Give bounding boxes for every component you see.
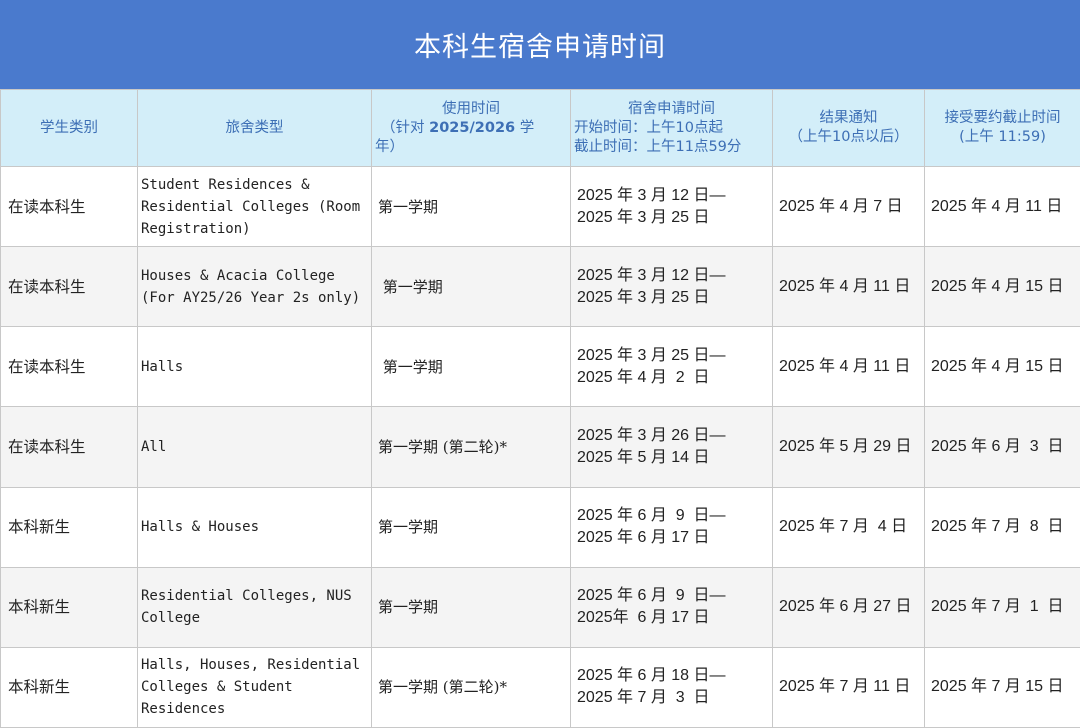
result-date-cell: 2025 年 7 月 4 日	[772, 486, 925, 568]
student-type-cell: 在读本科生	[0, 165, 138, 248]
header-usage-period: 使用时间 （针对 2025/2026 学 年）	[371, 89, 571, 167]
application-dates-cell: 2025 年 6 月 9 日— 2025年 6 月 17 日	[570, 566, 773, 648]
student-type-cell: 在读本科生	[0, 406, 138, 488]
application-dates-cell: 2025 年 6 月 18 日— 2025 年 7 月 3 日	[570, 646, 773, 728]
application-dates-cell: 2025 年 3 月 25 日— 2025 年 4 月 2 日	[570, 326, 773, 408]
hostel-type-cell: Houses & Acacia College (For AY25/26 Yea…	[137, 246, 372, 328]
hostel-type-cell: Halls	[137, 326, 372, 408]
application-dates-cell: 2025 年 6 月 9 日— 2025 年 6 月 17 日	[570, 486, 773, 568]
accept-deadline-cell: 2025 年 4 月 15 日	[924, 326, 1080, 408]
result-date-cell: 2025 年 6 月 27 日	[772, 566, 925, 648]
application-dates-cell: 2025 年 3 月 12 日— 2025 年 3 月 25 日	[570, 246, 773, 328]
period-cell: 第一学期	[371, 165, 571, 248]
page-title: 本科生宿舍申请时间	[0, 0, 1080, 89]
table-row: 在读本科生 Halls 第一学期 2025 年 3 月 25 日— 2025 年 …	[0, 326, 1080, 408]
hostel-type-cell: All	[137, 406, 372, 488]
result-date-cell: 2025 年 4 月 11 日	[772, 246, 925, 328]
result-date-cell: 2025 年 7 月 11 日	[772, 646, 925, 728]
hostel-type-cell: Student Residences & Residential College…	[137, 165, 372, 248]
hostel-type-cell: Halls, Houses, Residential Colleges & St…	[137, 646, 372, 728]
table-row: 本科新生 Halls & Houses 第一学期 2025 年 6 月 9 日—…	[0, 486, 1080, 568]
table-row: 本科新生 Residential Colleges, NUS College 第…	[0, 566, 1080, 648]
header-student-type: 学生类别	[0, 89, 138, 167]
table-row: 在读本科生 All 第一学期 (第二轮)* 2025 年 3 月 26 日— 20…	[0, 406, 1080, 488]
accept-deadline-cell: 2025 年 6 月 3 日	[924, 406, 1080, 488]
application-dates-cell: 2025 年 3 月 12 日— 2025 年 3 月 25 日	[570, 165, 773, 248]
header-accept-deadline: 接受要约截止时间 (上午 11:59)	[924, 89, 1080, 167]
accept-deadline-cell: 2025 年 7 月 8 日	[924, 486, 1080, 568]
header-application-period: 宿舍申请时间 开始时间：上午10点起 截止时间：上午11点59分	[570, 89, 773, 167]
student-type-cell: 在读本科生	[0, 326, 138, 408]
student-type-cell: 在读本科生	[0, 246, 138, 328]
student-type-cell: 本科新生	[0, 566, 138, 648]
period-cell: 第一学期	[371, 566, 571, 648]
accept-deadline-cell: 2025 年 4 月 15 日	[924, 246, 1080, 328]
period-cell: 第一学期	[371, 246, 571, 328]
period-cell: 第一学期	[371, 326, 571, 408]
student-type-cell: 本科新生	[0, 646, 138, 728]
housing-schedule-table: 学生类别 旅舍类型 使用时间 （针对 2025/2026 学 年） 宿舍申请时间…	[0, 89, 1080, 728]
period-cell: 第一学期 (第二轮)*	[371, 406, 571, 488]
table-row: 在读本科生 Student Residences & Residential C…	[0, 165, 1080, 248]
result-date-cell: 2025 年 4 月 7 日	[772, 165, 925, 248]
period-cell: 第一学期 (第二轮)*	[371, 646, 571, 728]
table-row: 在读本科生 Houses & Acacia College (For AY25/…	[0, 246, 1080, 328]
table-header-row: 学生类别 旅舍类型 使用时间 （针对 2025/2026 学 年） 宿舍申请时间…	[0, 89, 1080, 167]
hostel-type-cell: Halls & Houses	[137, 486, 372, 568]
period-cell: 第一学期	[371, 486, 571, 568]
header-result-notice: 结果通知 （上午10点以后）	[772, 89, 925, 167]
accept-deadline-cell: 2025 年 4 月 11 日	[924, 165, 1080, 248]
result-date-cell: 2025 年 4 月 11 日	[772, 326, 925, 408]
header-hostel-type: 旅舍类型	[137, 89, 372, 167]
accept-deadline-cell: 2025 年 7 月 1 日	[924, 566, 1080, 648]
student-type-cell: 本科新生	[0, 486, 138, 568]
result-date-cell: 2025 年 5 月 29 日	[772, 406, 925, 488]
table-row: 本科新生 Halls, Houses, Residential Colleges…	[0, 646, 1080, 728]
application-dates-cell: 2025 年 3 月 26 日— 2025 年 5 月 14 日	[570, 406, 773, 488]
accept-deadline-cell: 2025 年 7 月 15 日	[924, 646, 1080, 728]
hostel-type-cell: Residential Colleges, NUS College	[137, 566, 372, 648]
